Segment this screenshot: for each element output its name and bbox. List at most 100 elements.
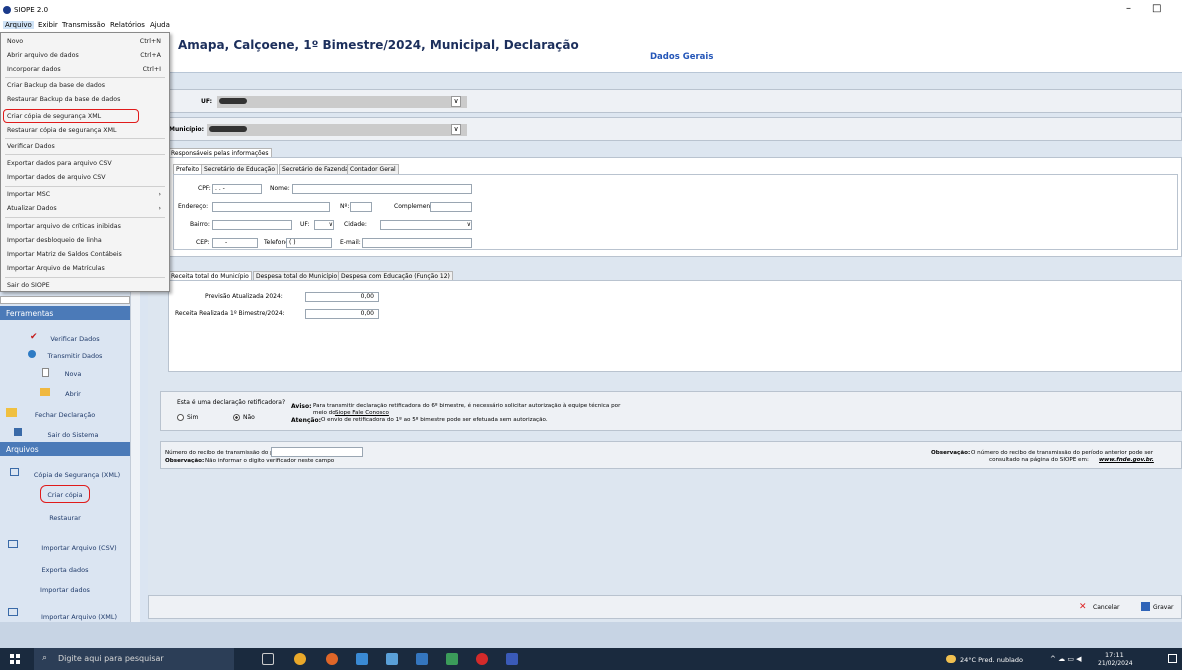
endereco-field[interactable]: [212, 202, 330, 212]
previsao-value: 0,00: [360, 293, 374, 300]
app-icon[interactable]: [386, 653, 398, 665]
recibo-field[interactable]: [271, 447, 363, 457]
numero-field[interactable]: [350, 202, 372, 212]
menu-arquivo[interactable]: Arquivo: [3, 21, 34, 29]
sidebar-item-sair[interactable]: Sair do Sistema: [8, 431, 138, 439]
sidebar-item-exporta[interactable]: Exporta dados: [0, 566, 130, 574]
cidade-select[interactable]: ∨: [380, 220, 472, 230]
menu-item-restaurar-backup[interactable]: Restaurar Backup da base de dados: [7, 96, 120, 103]
menu-item-exportar-csv[interactable]: Exportar dados para arquivo CSV: [7, 160, 112, 167]
shortcut-abrir: Ctrl+A: [140, 52, 161, 59]
firefox-icon[interactable]: [326, 653, 338, 665]
municipio-select[interactable]: [207, 124, 467, 136]
menu-item-importar-msc[interactable]: Importar MSC: [7, 191, 50, 198]
app3-icon[interactable]: [446, 653, 458, 665]
menu-item-novo[interactable]: Novo: [7, 38, 23, 45]
chevron-down-icon[interactable]: ∨: [451, 96, 461, 107]
clock-date[interactable]: 21/02/2024: [1098, 660, 1133, 667]
main-panel: UF: ∨ Município: ∨ Responsáveis pelas in…: [148, 72, 1182, 622]
chevron-down-icon[interactable]: ∨: [451, 124, 461, 135]
retificadora-panel: Esta é uma declaração retificadora? Sim …: [160, 391, 1182, 431]
menu-ajuda[interactable]: Ajuda: [150, 21, 170, 29]
tab-contador-geral[interactable]: Contador Geral: [347, 164, 399, 174]
sidebar-vscroll[interactable]: [130, 290, 140, 622]
menu-transmissao[interactable]: Transmissão: [62, 21, 105, 29]
sidebar-item-verificar[interactable]: Verificar Dados: [10, 335, 140, 343]
arquivo-menu: Novo Ctrl+N Abrir arquivo de dados Ctrl+…: [0, 32, 170, 292]
tab-prefeito[interactable]: Prefeito: [173, 164, 203, 174]
section-ferramentas[interactable]: Ferramentas: [0, 306, 130, 320]
tab-secretario-fazenda[interactable]: Secretário de Fazenda: [279, 164, 352, 174]
sidebar-item-importar[interactable]: Importar dados: [0, 586, 130, 594]
menu-item-importar-csv[interactable]: Importar dados de arquivo CSV: [7, 174, 106, 181]
page-subtitle: Dados Gerais: [650, 52, 714, 62]
minimize-button[interactable]: –: [1126, 3, 1131, 14]
weather-text[interactable]: 24°C Pred. nublado: [960, 656, 1023, 664]
previsao-field[interactable]: 0,00: [305, 292, 379, 302]
menu-relatorios[interactable]: Relatórios: [110, 21, 145, 29]
sidebar-item-csv[interactable]: Importar Arquivo (CSV): [14, 544, 144, 552]
menu-item-sair[interactable]: Sair do SIOPE: [7, 282, 50, 289]
tray-icons[interactable]: ^ ☁ ▭ ◀: [1050, 655, 1082, 663]
telefone-field[interactable]: ( ): [286, 238, 332, 248]
task-view-icon[interactable]: [262, 653, 274, 665]
menu-item-abrir[interactable]: Abrir arquivo de dados: [7, 52, 79, 59]
fnde-link[interactable]: www.fnde.gov.br.: [1099, 457, 1154, 463]
notification-icon[interactable]: [1168, 654, 1177, 663]
taskbar-search[interactable]: ⌕ Digite aqui para pesquisar: [34, 648, 234, 670]
button-bar: ✕ Cancelar Gravar: [148, 595, 1182, 619]
complemento-field[interactable]: [430, 202, 472, 212]
menu-item-matriz[interactable]: Importar Matriz de Saldos Contábeis: [7, 251, 122, 258]
radio-nao[interactable]: [233, 414, 240, 421]
siope-icon[interactable]: [506, 653, 518, 665]
gravar-button[interactable]: Gravar: [1153, 604, 1174, 611]
cancelar-button[interactable]: Cancelar: [1093, 604, 1119, 611]
save-icon: [1141, 602, 1150, 611]
section-arquivos[interactable]: Arquivos: [0, 442, 130, 456]
menu-item-matriculas[interactable]: Importar Arquivo de Matrículas: [7, 265, 105, 272]
explorer-icon[interactable]: [356, 653, 368, 665]
cpf-field[interactable]: . . -: [212, 184, 262, 194]
email-field[interactable]: [362, 238, 472, 248]
app2-icon[interactable]: [416, 653, 428, 665]
sidebar-item-restaurar[interactable]: Restaurar: [0, 514, 130, 522]
cep-field[interactable]: -: [212, 238, 258, 248]
nome-field[interactable]: [292, 184, 472, 194]
sidebar-item-nova[interactable]: Nova: [8, 370, 138, 378]
chrome-icon[interactable]: [294, 653, 306, 665]
recibo-obs-bold: Observação:: [165, 458, 205, 464]
weather-icon: [946, 655, 956, 663]
menu-item-verificar[interactable]: Verificar Dados: [7, 143, 55, 150]
menu-item-restaurar-xml[interactable]: Restaurar cópia de segurança XML: [7, 127, 117, 134]
bairro-field[interactable]: [212, 220, 292, 230]
menu-exibir[interactable]: Exibir: [38, 21, 58, 29]
resp-uf-select[interactable]: ∨: [314, 220, 334, 230]
menu-bar: Arquivo Exibir Transmissão Relatórios Aj…: [0, 20, 1182, 32]
tab-secretario-educacao[interactable]: Secretário de Educação: [201, 164, 278, 174]
sidebar-item-transmitir[interactable]: Transmitir Dados: [10, 352, 140, 360]
maximize-button[interactable]: □: [1152, 3, 1161, 14]
clock-time[interactable]: 17:11: [1105, 651, 1124, 659]
sidebar-item-copia[interactable]: Cópia de Segurança (XML): [12, 471, 142, 479]
realizada-field[interactable]: 0,00: [305, 309, 379, 319]
menu-item-criticas[interactable]: Importar arquivo de críticas inibidas: [7, 223, 121, 230]
menu-item-atualizar[interactable]: Atualizar Dados: [7, 205, 57, 212]
menu-item-incorporar[interactable]: Incorporar dados: [7, 66, 61, 73]
window-title: SIOPE 2.0: [14, 6, 49, 14]
sidebar-item-fechar[interactable]: Fechar Declaração: [0, 411, 130, 419]
sidebar-item-abrir[interactable]: Abrir: [8, 390, 138, 398]
email-label: E-mail:: [340, 239, 361, 246]
recibo-obs2b: consultado na página do SIOPE em:: [989, 457, 1089, 463]
previsao-label: Previsão Atualizada 2024:: [205, 293, 283, 300]
sidebar-item-xml[interactable]: Importar Arquivo (XML): [14, 613, 144, 621]
radio-sim[interactable]: [177, 414, 184, 421]
windows-start-icon[interactable]: [10, 654, 20, 664]
fale-conosco-link[interactable]: Siope Fale Conosco: [335, 410, 389, 416]
menu-item-criar-backup[interactable]: Criar Backup da base de dados: [7, 82, 105, 89]
uf-select[interactable]: [217, 96, 467, 108]
menu-separator: [5, 77, 165, 78]
menu-item-desbloqueio[interactable]: Importar desbloqueio de linha: [7, 237, 102, 244]
opera-icon[interactable]: [476, 653, 488, 665]
menu-separator: [5, 154, 165, 155]
sidebar-hscroll[interactable]: [0, 296, 130, 304]
